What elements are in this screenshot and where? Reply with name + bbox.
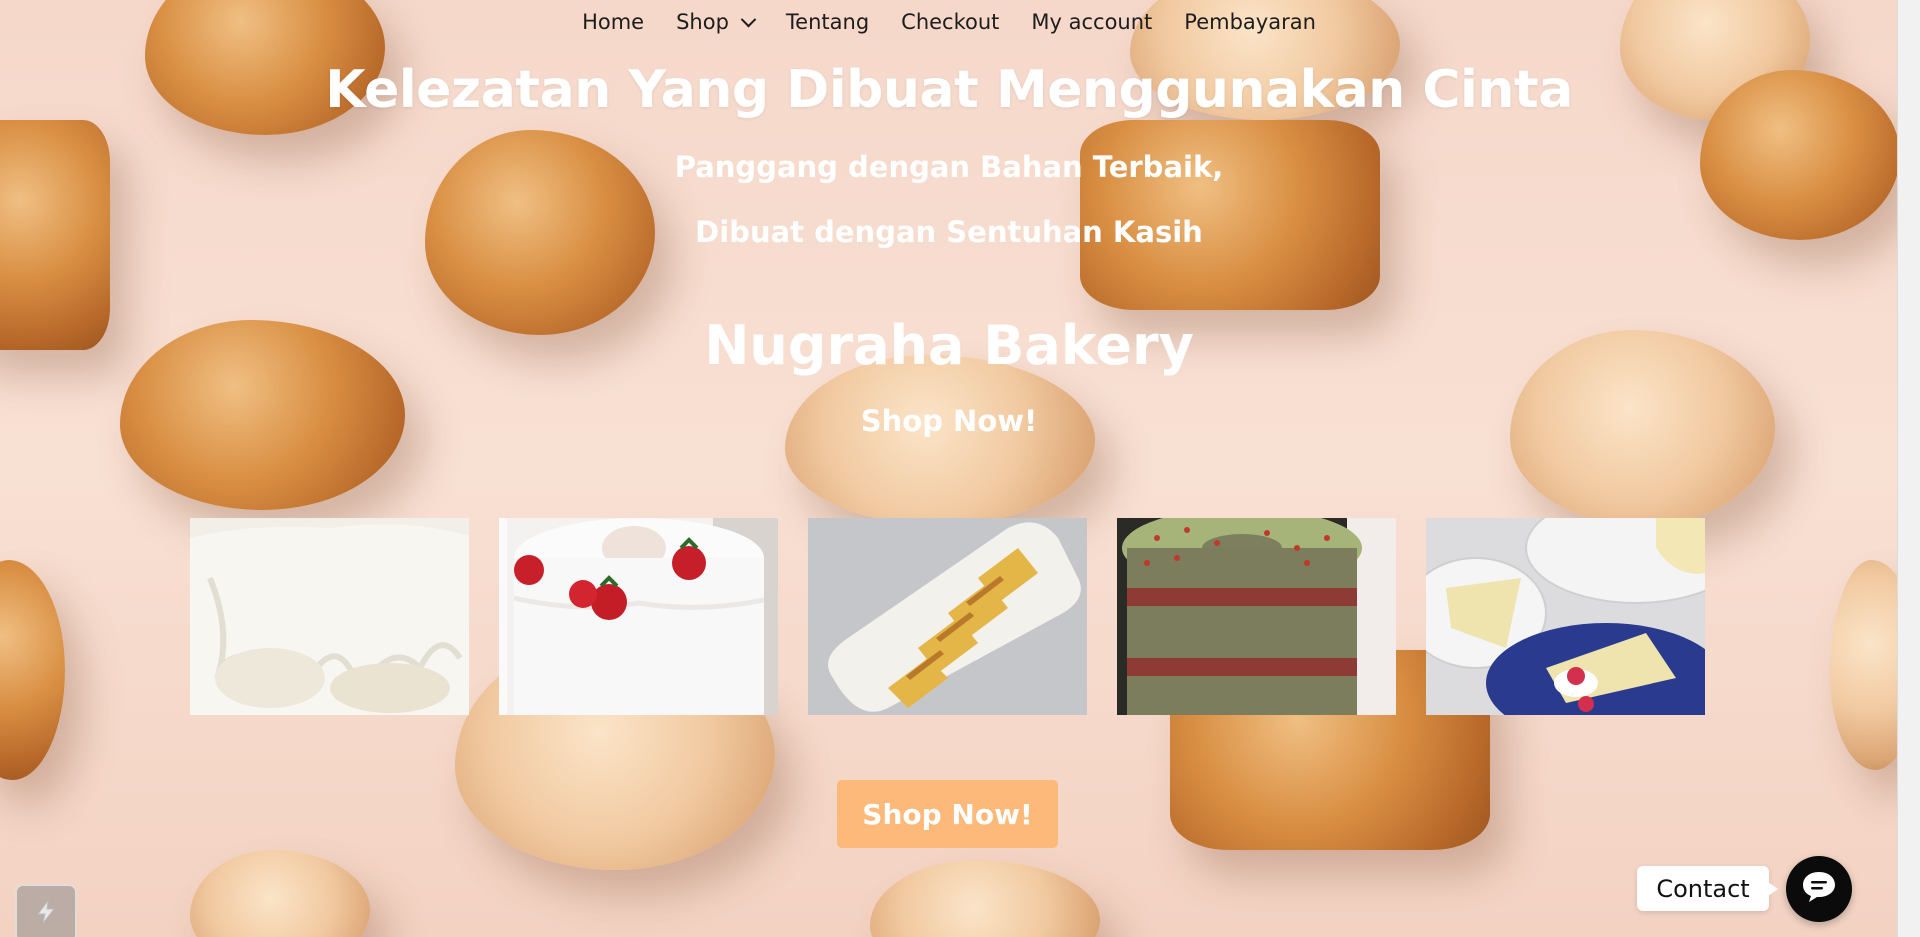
nav-item-label: My account bbox=[1031, 10, 1153, 34]
nav-item-my-account[interactable]: My account bbox=[1031, 10, 1152, 34]
hero-subtitle-line-2: Dibuat dengan Sentuhan Kasih bbox=[695, 215, 1203, 249]
hero-headline: Kelezatan Yang Dibuat Menggunakan Cinta bbox=[325, 60, 1573, 120]
lightning-icon bbox=[32, 898, 60, 930]
pastry-decoration bbox=[785, 355, 1095, 525]
scrollbar[interactable] bbox=[1897, 0, 1920, 937]
contact-label[interactable]: Contact bbox=[1637, 866, 1778, 911]
nav-item-home[interactable]: Home bbox=[582, 10, 644, 34]
site-builder-badge[interactable] bbox=[15, 884, 77, 937]
shop-now-button[interactable]: Shop Now! bbox=[837, 780, 1058, 848]
white-glazed-cake-image[interactable] bbox=[190, 518, 469, 715]
nav-item-pembayaran[interactable]: Pembayaran bbox=[1184, 10, 1316, 34]
shop-now-link[interactable]: Shop Now! bbox=[0, 404, 1898, 438]
nav-item-label: Checkout bbox=[901, 10, 1000, 34]
page: Home Shop Tentang Checkout My account Pe… bbox=[0, 0, 1920, 937]
contact-chat-button[interactable] bbox=[1786, 856, 1852, 922]
chevron-down-icon bbox=[740, 11, 757, 27]
pastry-decoration bbox=[870, 860, 1100, 937]
nav-item-label: Pembayaran bbox=[1184, 10, 1316, 34]
chiffon-cake-plates-image[interactable] bbox=[1426, 518, 1705, 715]
strawberry-chiffon-cake-image[interactable] bbox=[499, 518, 778, 715]
nav-item-shop[interactable]: Shop bbox=[676, 10, 757, 34]
sponge-cake-slices-image[interactable] bbox=[808, 518, 1087, 715]
nav-item-label: Tentang bbox=[785, 10, 870, 34]
main-nav: Home Shop Tentang Checkout My account Pe… bbox=[0, 0, 1898, 44]
pandan-red-velvet-cake-image[interactable] bbox=[1117, 518, 1396, 715]
brand-name: Nugraha Bakery bbox=[704, 314, 1194, 377]
pastry-decoration bbox=[190, 850, 370, 937]
product-gallery bbox=[190, 518, 1705, 715]
hero-subtitle-line-1: Panggang dengan Bahan Terbaik, bbox=[674, 150, 1224, 184]
nav-item-checkout[interactable]: Checkout bbox=[901, 10, 999, 34]
nav-item-tentang[interactable]: Tentang bbox=[786, 10, 869, 34]
chat-bubble-icon bbox=[1801, 870, 1837, 908]
nav-item-label: Shop bbox=[676, 10, 729, 34]
nav-item-label: Home bbox=[582, 10, 645, 34]
pastry-decoration bbox=[0, 560, 65, 780]
